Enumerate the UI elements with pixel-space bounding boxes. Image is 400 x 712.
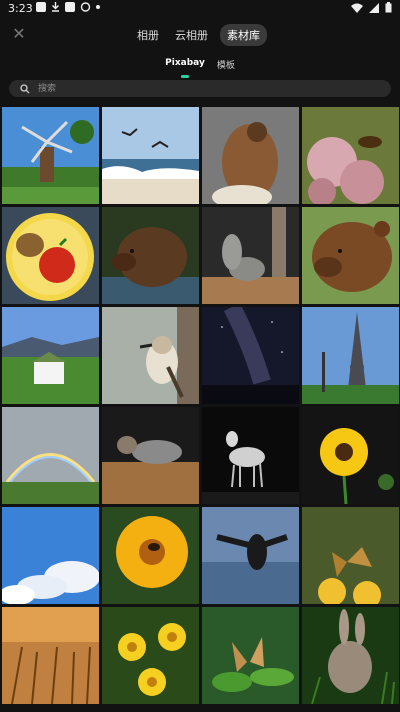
search-input[interactable] [36,82,360,95]
photo-grid [0,107,400,704]
photo-butterfly-on-leaves[interactable] [202,607,299,704]
system-icons [351,2,392,13]
photo-squirrel-on-log[interactable] [102,407,199,504]
photo-kookaburra-on-branch[interactable] [102,307,199,404]
tab-cloud-album[interactable]: 云相册 [171,24,212,46]
photo-rainbow-over-field[interactable] [2,407,99,504]
search-bar[interactable] [9,80,391,97]
photo-bee-on-yellow-flower[interactable] [102,507,199,604]
photo-brown-bear-in-water[interactable] [102,207,199,304]
photo-milky-way-night[interactable] [202,307,299,404]
more-notifications-icon [96,5,100,9]
source-tabs: Pixabay 模板 [0,58,400,78]
photo-bird-over-water[interactable] [202,507,299,604]
tab-album[interactable]: 相册 [133,24,163,46]
signal-icon [369,2,379,13]
photo-clouds-blue-sky[interactable] [2,507,99,604]
active-tab-indicator [180,75,189,78]
photo-deer-black-white[interactable] [202,407,299,504]
album-tabs: 相册 云相册 素材库 [0,24,400,46]
photo-windmill[interactable] [2,107,99,204]
photo-squirrel-on-fence[interactable] [202,207,299,304]
subtab-pixabay-label: Pixabay [165,58,205,68]
notification-icon [36,2,46,12]
app-icon [65,2,75,12]
subtab-templates[interactable]: 模板 [217,58,235,75]
battery-icon [385,2,392,13]
photo-farmhouse-in-field[interactable] [2,307,99,404]
photo-rabbit-in-grass[interactable] [302,607,399,704]
subtab-pixabay[interactable]: Pixabay [165,58,205,78]
photo-yellow-daisies[interactable] [102,607,199,704]
notification-icons [36,2,100,12]
tab-material-library[interactable]: 素材库 [220,24,267,46]
photo-bee-on-pink-flowers[interactable] [302,107,399,204]
photo-butterfly-on-flowers[interactable] [302,507,399,604]
photo-gulls-over-waves[interactable] [102,107,199,204]
search-icon [20,83,30,93]
photo-owl-closeup[interactable] [202,107,299,204]
photo-wheat-field[interactable] [2,607,99,704]
photo-brown-bear-portrait[interactable] [302,207,399,304]
app-logo-icon [80,2,91,12]
photo-yellow-flower[interactable] [302,407,399,504]
photo-apple-and-potato[interactable] [2,207,99,304]
wifi-icon [351,3,363,13]
status-bar: 3:23 [0,0,400,18]
status-time: 3:23 [8,2,33,15]
photo-eiffel-tower[interactable] [302,307,399,404]
download-icon [52,2,59,12]
